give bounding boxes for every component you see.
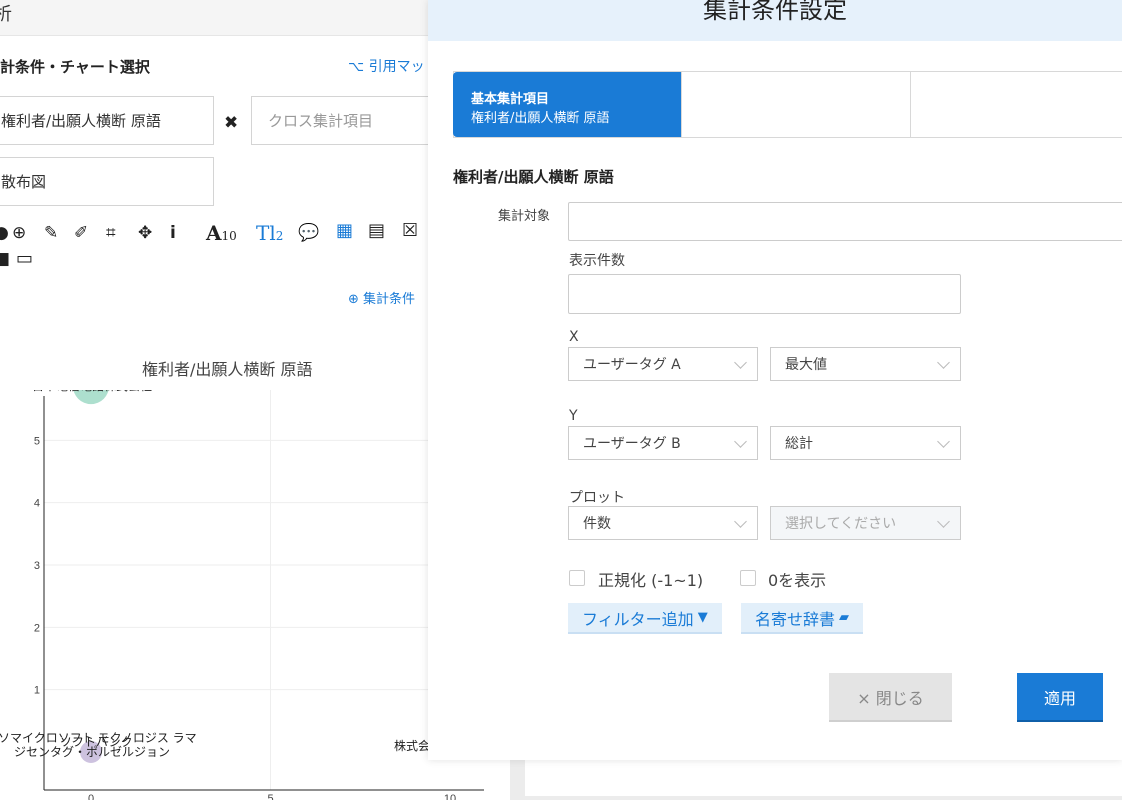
agg-item-select[interactable]: 権利者/出願人横断 原語 xyxy=(0,96,214,145)
tab-basic-sub: 権利者/出願人横断 原語 xyxy=(471,107,610,126)
chart-toolbar: ● ⊕ ✎ ✐ ⌗ ✥ i A10 Tl2 💬 ▦ ▤ ☒ ■ ▭ xyxy=(0,218,434,274)
a10-letter: A xyxy=(206,221,222,245)
x-agg-value: 最大値 xyxy=(785,354,827,374)
book-icon: ▰ xyxy=(839,610,849,625)
tab-bar: 基本集計項目 権利者/出願人横断 原語 xyxy=(453,71,1122,138)
y-tag-select[interactable]: ユーザータグ B xyxy=(568,426,758,460)
agg-settings-modal: 集計条件設定 基本集計項目 権利者/出願人横断 原語 権利者/出願人横断 原語 … xyxy=(428,0,1122,760)
add-filter-button[interactable]: フィルター追加 ▼ xyxy=(568,603,722,634)
plot-select[interactable]: 件数 xyxy=(568,506,758,540)
y-tick-label: 1 xyxy=(34,685,40,697)
y-agg-select[interactable]: 総計 xyxy=(770,426,961,460)
filter-icon: ▼ xyxy=(698,610,708,625)
grid-icon[interactable]: ▦ xyxy=(336,220,353,242)
close-button[interactable]: × 閉じる xyxy=(829,673,952,722)
scatter-chart: 123450510日本電信電話株式会社ソフトバンクソマイクロソフト モクノロジス… xyxy=(0,390,500,800)
a10-number: 10 xyxy=(222,229,237,243)
apply-button[interactable]: 適用 xyxy=(1017,673,1103,722)
chart-title: 権利者/出願人横断 原語 xyxy=(142,356,312,380)
t12-letter: Tl xyxy=(256,221,276,245)
x-tag-value: ユーザータグ A xyxy=(583,354,681,374)
plot-second-placeholder: 選択してください xyxy=(785,513,896,533)
show-zero-label: 0を表示 xyxy=(768,567,826,591)
x-tick-label: 10 xyxy=(444,793,456,800)
name-dict-label: 名寄せ辞書 xyxy=(755,606,835,630)
modal-header: 集計条件設定 xyxy=(428,0,1122,41)
x-tick-label: 0 xyxy=(88,793,94,800)
plot-second-select[interactable]: 選択してください xyxy=(770,506,961,540)
zoom-icon: ⊕ xyxy=(348,292,359,307)
bg-right-card xyxy=(525,760,1122,796)
text-label-icon[interactable]: Tl2 xyxy=(256,222,283,247)
info-icon[interactable]: i xyxy=(170,222,176,244)
modal-title: 集計条件設定 xyxy=(428,0,1122,25)
tab-basic-item[interactable]: 基本集計項目 権利者/出願人横断 原語 xyxy=(453,72,682,137)
share-icon: ⌥ xyxy=(348,59,364,75)
calculator-icon[interactable]: ▤ xyxy=(368,220,385,242)
add-filter-label: フィルター追加 xyxy=(582,606,694,630)
y-label: Y xyxy=(569,408,578,424)
target-label: 集計対象 xyxy=(498,205,550,224)
agg-item-value: 権利者/出願人横断 原語 xyxy=(1,110,161,131)
y-tick-label: 2 xyxy=(34,622,40,634)
target-input[interactable] xyxy=(568,202,1122,241)
tab-second[interactable] xyxy=(682,72,911,137)
tab-third[interactable] xyxy=(911,72,1122,137)
count-label: 表示件数 xyxy=(569,250,625,270)
normalize-checkbox[interactable] xyxy=(569,570,585,586)
agg-condition-link[interactable]: ⊕ 集計条件 xyxy=(348,288,415,307)
chevron-down-icon xyxy=(937,515,950,528)
name-dict-button[interactable]: 名寄せ辞書 ▰ xyxy=(741,603,863,634)
move-icon[interactable]: ✥ xyxy=(138,222,152,244)
tab-basic-name: 基本集計項目 xyxy=(471,88,549,107)
data-label: 日本電信電話株式会社 xyxy=(32,390,152,393)
cite-link[interactable]: ⌥ 引用マッ xyxy=(348,56,425,76)
cross-item-input[interactable]: クロス集計項目 xyxy=(251,96,441,145)
x-label: X xyxy=(569,329,579,345)
chart-type-value: 散布図 xyxy=(1,171,46,192)
square-icon[interactable]: ■ xyxy=(0,248,10,270)
y-agg-value: 総計 xyxy=(785,433,813,453)
window-icon[interactable]: ▭ xyxy=(16,248,33,270)
y-tick-label: 4 xyxy=(34,498,40,510)
y-tick-label: 5 xyxy=(34,435,40,447)
cluster-label: 株式会 xyxy=(394,738,430,753)
x-agg-select[interactable]: 最大値 xyxy=(770,347,961,381)
chart-type-select[interactable]: 散布図 xyxy=(0,157,214,206)
chevron-down-icon xyxy=(937,435,950,448)
bg-header-title: 析 xyxy=(0,0,12,26)
x-tick-label: 5 xyxy=(267,793,273,800)
crop-icon[interactable]: ⌗ xyxy=(106,222,116,244)
circle-icon[interactable]: ● xyxy=(0,222,9,244)
cite-link-label: 引用マッ xyxy=(369,59,425,75)
normalize-label: 正規化 (-1~1) xyxy=(598,567,703,591)
add-circle-icon[interactable]: ⊕ xyxy=(12,222,26,244)
chevron-down-icon xyxy=(734,435,747,448)
y-tag-value: ユーザータグ B xyxy=(583,433,681,453)
edit-icon[interactable]: ✐ xyxy=(74,222,88,244)
excel-icon[interactable]: ☒ xyxy=(402,220,418,242)
section-title: 計条件・チャート選択 xyxy=(0,56,150,77)
pencil-icon[interactable]: ✎ xyxy=(44,222,58,244)
t12-number: 2 xyxy=(276,229,284,243)
show-zero-checkbox[interactable] xyxy=(740,570,756,586)
chevron-down-icon xyxy=(734,356,747,369)
plot-label: プロット xyxy=(569,487,625,507)
agg-condition-label: 集計条件 xyxy=(363,292,415,307)
comment-icon[interactable]: 💬 xyxy=(298,222,319,244)
count-input[interactable] xyxy=(568,274,961,314)
chevron-down-icon xyxy=(734,515,747,528)
cross-icon: ✖ xyxy=(224,113,238,133)
group-title: 権利者/出願人横断 原語 xyxy=(453,166,614,187)
cluster-label: ジセンタグ・ポルゼルジョン xyxy=(14,745,170,759)
cluster-label: ソマイクロソフト モクノロジス ラマ xyxy=(0,731,197,745)
font-size-icon[interactable]: A10 xyxy=(206,222,237,247)
chevron-down-icon xyxy=(937,356,950,369)
y-tick-label: 3 xyxy=(34,560,40,572)
x-tag-select[interactable]: ユーザータグ A xyxy=(568,347,758,381)
cross-item-placeholder: クロス集計項目 xyxy=(268,110,373,131)
plot-value: 件数 xyxy=(583,513,611,533)
